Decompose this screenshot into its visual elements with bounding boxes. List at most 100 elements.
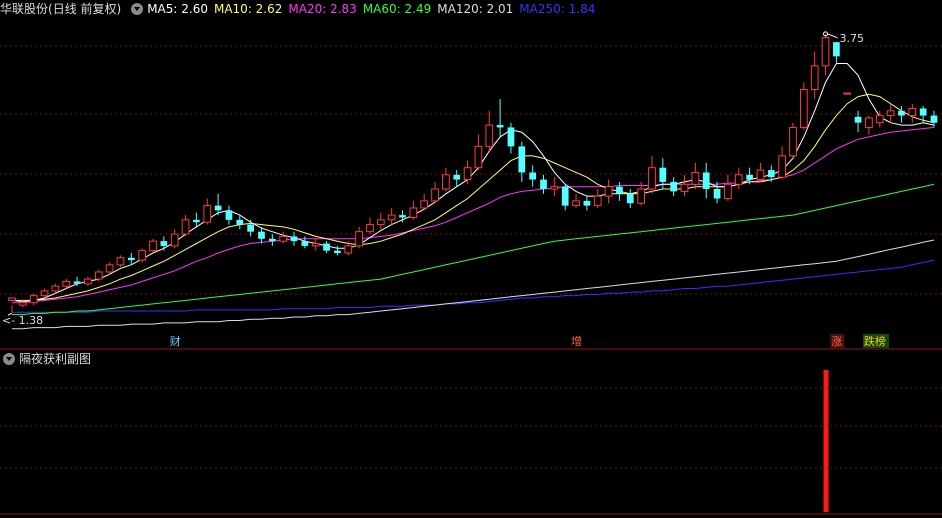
candle-body: [376, 219, 385, 226]
candle-body: [40, 290, 49, 297]
ma-legend-item: MA250: 1.84: [519, 2, 596, 16]
candle-body: [366, 224, 374, 233]
candle-body: [583, 200, 591, 206]
ma-legend-item: MA20: 2.83: [288, 2, 357, 16]
candle-body: [214, 205, 222, 211]
candle-body: [116, 257, 125, 266]
candle-body: [485, 124, 494, 147]
ma-legend-item: MA120: 2.01: [437, 2, 514, 16]
candle-body: [8, 297, 16, 301]
candle-body: [29, 295, 38, 304]
candle-body: [496, 125, 504, 128]
candle-body: [149, 240, 157, 252]
event-tag: 增: [571, 334, 582, 348]
candle-body: [431, 188, 439, 202]
candle-body: [659, 167, 667, 182]
candle-body: [875, 115, 884, 124]
ma-legend: MA5: 2.60 MA10: 2.62 MA20: 2.83 MA60: 2.49 M…: [147, 2, 601, 16]
candle-body: [73, 281, 81, 284]
ma-legend-item: MA10: 2.62: [213, 2, 283, 16]
candle-body: [724, 183, 732, 200]
candle-body: [268, 238, 276, 242]
candle-body: [604, 186, 613, 197]
candle-body: [713, 189, 721, 199]
candle-body: [789, 126, 797, 157]
candle-body: [344, 245, 353, 254]
candle-body: [453, 174, 461, 180]
candle-body: [323, 243, 330, 251]
candle-body: [236, 219, 244, 225]
candle-body: [409, 207, 418, 218]
candle-body: [94, 271, 103, 280]
stock-name: 华联股份: [0, 2, 49, 16]
high-price-label: 3.75: [840, 32, 865, 45]
ma120-line: [12, 239, 935, 330]
candle-body: [290, 236, 298, 242]
candle-body: [193, 219, 200, 223]
candle-body: [626, 193, 634, 204]
candle-body: [247, 224, 254, 232]
candle-body: [181, 219, 190, 235]
candle-body: [680, 183, 689, 192]
candle-body: [170, 233, 179, 247]
candle-body: [810, 65, 819, 91]
candle-body: [778, 155, 787, 178]
candle-body: [572, 200, 580, 207]
candle-body: [648, 167, 656, 190]
candle-body: [616, 186, 623, 194]
candle-body: [821, 36, 830, 67]
candle-body: [420, 200, 429, 209]
candle-body: [442, 174, 450, 190]
candle-body: [702, 172, 710, 190]
sub-chart[interactable]: [0, 368, 942, 518]
candle-body: [105, 264, 114, 273]
candle-body: [160, 241, 168, 246]
candle-body: [334, 250, 341, 253]
candle-body: [593, 195, 602, 207]
event-tag: 涨: [831, 335, 842, 348]
candle-body: [387, 214, 396, 221]
candle-body: [62, 280, 71, 287]
candle-body: [355, 231, 363, 247]
candle-body: [279, 235, 288, 242]
candle-body: [854, 116, 862, 123]
candle-body: [843, 92, 852, 95]
candle-body: [225, 210, 233, 220]
candle-body: [670, 181, 678, 192]
candle-body: [550, 186, 559, 190]
candle-body: [301, 241, 309, 246]
candle-body: [908, 107, 917, 117]
candle-body: [767, 170, 775, 178]
candlestick-chart[interactable]: 3.75 <- 1.38 财 增 涨 跌榜: [0, 18, 942, 350]
candle-body: [18, 302, 27, 306]
candle-body: [463, 167, 472, 181]
candle-body: [138, 250, 147, 261]
candle-body: [203, 205, 212, 223]
ma-legend-item: MA5: 2.60: [147, 2, 208, 16]
event-tag: 财: [170, 334, 181, 348]
sub-chart-bar: [823, 370, 829, 512]
candle-body: [540, 179, 547, 190]
candle-body: [529, 172, 537, 180]
low-price-label: <- 1.38: [2, 314, 43, 327]
sub-chart-header: 隔夜获利副图: [0, 350, 91, 368]
candle-body: [51, 285, 60, 292]
chevron-down-icon[interactable]: [3, 353, 15, 365]
candle-body: [399, 215, 406, 218]
candle-body: [507, 127, 515, 147]
candle-body: [311, 243, 320, 247]
sub-chart-title: 隔夜获利副图: [19, 352, 92, 366]
ma-legend-item: MA60: 2.49: [362, 2, 432, 16]
candle-body: [691, 171, 700, 185]
candle-body: [746, 174, 753, 180]
event-tag: 跌榜: [864, 334, 886, 348]
candle-body: [518, 146, 526, 173]
candle-body: [919, 108, 927, 116]
candle-body: [127, 257, 135, 261]
period-label: (日线 前复权): [48, 2, 122, 16]
chevron-down-icon[interactable]: [131, 3, 144, 15]
candle-body: [799, 89, 808, 128]
candle-body: [258, 231, 265, 239]
candle-body: [898, 110, 905, 116]
candle-body: [84, 278, 92, 285]
